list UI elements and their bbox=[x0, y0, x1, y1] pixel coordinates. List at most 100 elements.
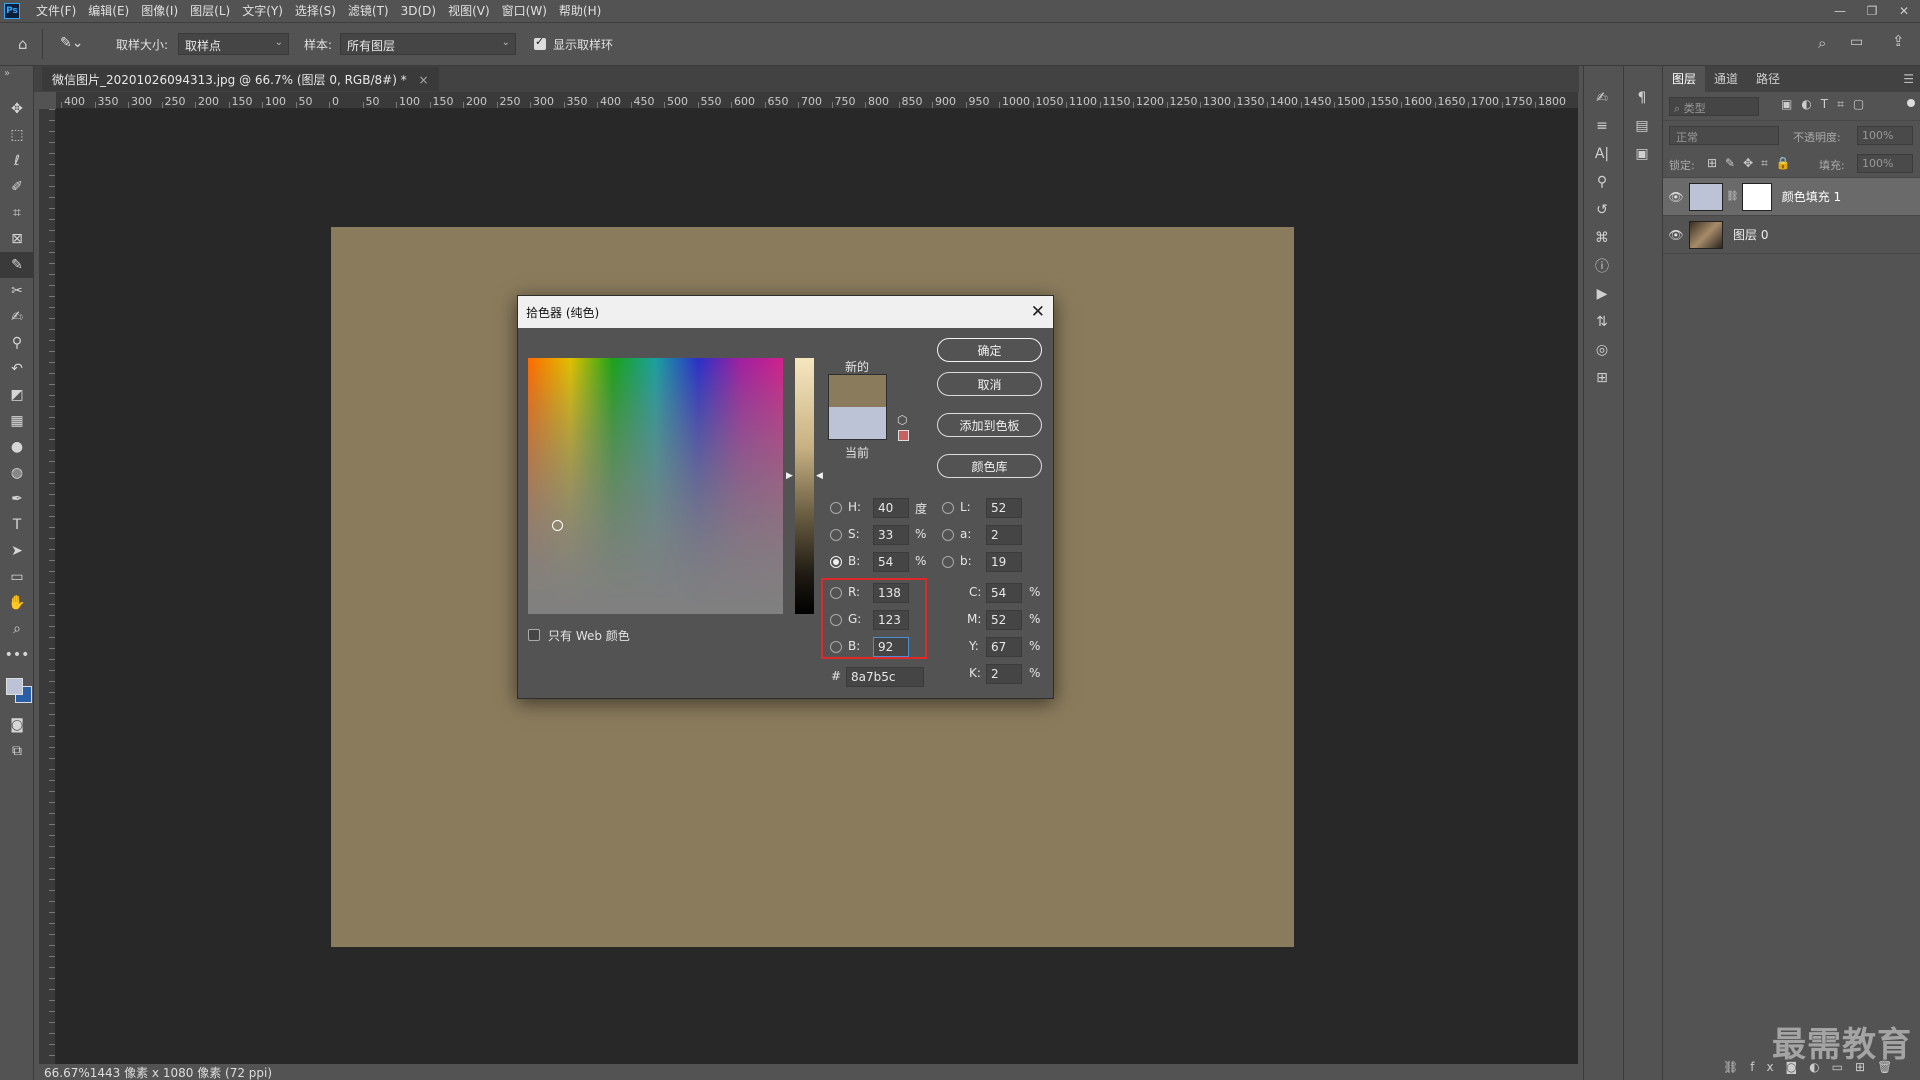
layer-name[interactable]: 颜色填充 1 bbox=[1782, 188, 1841, 205]
color-field-marker[interactable] bbox=[552, 520, 563, 531]
character-icon[interactable]: A| bbox=[1584, 140, 1620, 168]
y-input[interactable]: 67 bbox=[986, 637, 1022, 657]
healing-tool-icon[interactable]: ✂ bbox=[0, 278, 34, 304]
lab-b-input[interactable]: 19 bbox=[986, 552, 1022, 572]
rectangle-tool-icon[interactable]: ▭ bbox=[0, 564, 34, 590]
blur-tool-icon[interactable]: ● bbox=[0, 434, 34, 460]
adjustments-icon[interactable]: ≡ bbox=[1584, 112, 1620, 140]
blend-mode-select[interactable]: 正常 bbox=[1669, 126, 1779, 145]
tab-paths[interactable]: 路径 bbox=[1747, 66, 1789, 92]
close-icon[interactable]: ✕ bbox=[1031, 302, 1045, 322]
frame-tool-icon[interactable]: ⊠ bbox=[0, 226, 34, 252]
visibility-eye-icon[interactable]: 👁 bbox=[1663, 228, 1689, 242]
c-input[interactable]: 54 bbox=[986, 583, 1022, 603]
layer-filter-select[interactable]: ⌕ 类型 bbox=[1669, 97, 1759, 116]
menu-select[interactable]: 选择(S) bbox=[289, 2, 342, 19]
menu-layer[interactable]: 图层(L) bbox=[184, 2, 236, 19]
history-icon[interactable]: ↺ bbox=[1584, 196, 1620, 224]
b-input[interactable]: 54 bbox=[873, 552, 909, 572]
b-radio[interactable] bbox=[830, 556, 842, 568]
visibility-eye-icon[interactable]: 👁 bbox=[1663, 190, 1689, 204]
zoom-tool-icon[interactable]: ⌕ bbox=[0, 616, 34, 642]
tab-channels[interactable]: 通道 bbox=[1705, 66, 1747, 92]
path-select-tool-icon[interactable]: ➤ bbox=[0, 538, 34, 564]
3d-icon[interactable]: ⌘ bbox=[1584, 224, 1620, 252]
home-icon[interactable]: ⌂ bbox=[18, 35, 28, 53]
layer-row-layer0[interactable]: 👁 图层 0 bbox=[1663, 216, 1920, 254]
collapse-icon[interactable]: » bbox=[0, 66, 33, 96]
layer-name[interactable]: 图层 0 bbox=[1733, 226, 1768, 243]
r-radio[interactable] bbox=[830, 587, 842, 599]
path-icon[interactable]: ⇅ bbox=[1584, 308, 1620, 336]
workspace-icon[interactable]: ▭ bbox=[1850, 34, 1863, 50]
lab-a-radio[interactable] bbox=[942, 529, 954, 541]
menu-image[interactable]: 图像(I) bbox=[135, 2, 184, 19]
paragraph-icon[interactable]: ¶ bbox=[1624, 84, 1660, 112]
cancel-button[interactable]: 取消 bbox=[937, 372, 1042, 396]
h-radio[interactable] bbox=[830, 502, 842, 514]
type-tool-icon[interactable]: T bbox=[0, 512, 34, 538]
move-tool-icon[interactable]: ✥ bbox=[0, 96, 34, 122]
eyedropper-preset-icon[interactable]: ✎⌄ bbox=[60, 35, 83, 51]
s-input[interactable]: 33 bbox=[873, 525, 909, 545]
brush-tool-icon[interactable]: ✍ bbox=[0, 304, 34, 330]
lab-l-radio[interactable] bbox=[942, 502, 954, 514]
h-input[interactable]: 40 bbox=[873, 498, 909, 518]
quick-select-tool-icon[interactable]: ✐ bbox=[0, 174, 34, 200]
lock-icons[interactable]: ⊞✎✥⌗🔒 bbox=[1707, 156, 1799, 171]
fill-input[interactable]: 100% bbox=[1857, 154, 1913, 173]
filter-toggle-icon[interactable] bbox=[1907, 99, 1915, 107]
link-chain-icon[interactable]: ⛓ bbox=[1726, 191, 1739, 202]
restore-icon[interactable]: ❐ bbox=[1856, 0, 1888, 21]
sample-select[interactable]: 所有图层 ⌄ bbox=[340, 33, 516, 55]
eraser-tool-icon[interactable]: ◩ bbox=[0, 382, 34, 408]
tab-layers[interactable]: 图层 bbox=[1663, 66, 1706, 92]
lab-a-input[interactable]: 2 bbox=[986, 525, 1022, 545]
color-libraries-button[interactable]: 颜色库 bbox=[937, 454, 1042, 478]
m-input[interactable]: 52 bbox=[986, 610, 1022, 630]
g-input[interactable]: 123 bbox=[873, 610, 909, 630]
notes-icon[interactable]: ▣ bbox=[1624, 140, 1660, 168]
minimize-icon[interactable]: — bbox=[1824, 0, 1856, 21]
r-input[interactable]: 138 bbox=[873, 583, 909, 603]
stamp-tool-icon[interactable]: ⚲ bbox=[0, 330, 34, 356]
panel-menu-icon[interactable]: ☰ bbox=[1903, 72, 1920, 86]
crop-tool-icon[interactable]: ⌗ bbox=[0, 200, 34, 226]
menu-filter[interactable]: 滤镜(T) bbox=[342, 2, 395, 19]
menu-3d[interactable]: 3D(D) bbox=[395, 4, 442, 18]
dodge-tool-icon[interactable]: ◍ bbox=[0, 460, 34, 486]
lab-l-input[interactable]: 52 bbox=[986, 498, 1022, 518]
screen-mode-icon[interactable]: ⧉ bbox=[0, 738, 34, 764]
eyedropper-tool-icon[interactable]: ✎ bbox=[0, 252, 34, 278]
color-slider-strip[interactable] bbox=[795, 358, 814, 614]
filter-icons[interactable]: ▣◐T⌗▢ bbox=[1781, 97, 1873, 112]
menu-window[interactable]: 窗口(W) bbox=[496, 2, 553, 19]
actions-play-icon[interactable]: ▶ bbox=[1584, 280, 1620, 308]
search-icon[interactable]: ⌕ bbox=[1818, 34, 1826, 52]
close-window-icon[interactable]: ✕ bbox=[1888, 0, 1920, 21]
menu-type[interactable]: 文字(Y) bbox=[236, 2, 289, 19]
brush-settings-icon[interactable]: ✍ bbox=[1584, 84, 1620, 112]
lasso-tool-icon[interactable]: ℓ bbox=[0, 148, 34, 174]
gradient-tool-icon[interactable]: ▦ bbox=[0, 408, 34, 434]
g-radio[interactable] bbox=[830, 614, 842, 626]
slider-arrow-left-icon[interactable]: ▶ bbox=[786, 471, 793, 481]
s-radio[interactable] bbox=[830, 529, 842, 541]
web-only-checkbox[interactable] bbox=[528, 629, 540, 644]
web-safe-warning-swatch[interactable] bbox=[898, 430, 909, 441]
slider-arrow-right-icon[interactable]: ◀ bbox=[816, 471, 823, 481]
rgb-b-input[interactable]: 92 bbox=[873, 637, 909, 657]
current-color-swatch[interactable] bbox=[828, 407, 887, 440]
foreground-color-swatch[interactable] bbox=[6, 678, 23, 695]
menu-edit[interactable]: 编辑(E) bbox=[82, 2, 135, 19]
document-tab[interactable]: 微信图片_20201026094313.jpg @ 66.7% (图层 0, R… bbox=[42, 67, 439, 91]
lab-b-radio[interactable] bbox=[942, 556, 954, 568]
menu-view[interactable]: 视图(V) bbox=[442, 2, 496, 19]
info-icon[interactable]: ⓘ bbox=[1584, 252, 1620, 280]
history-brush-icon[interactable]: ↶ bbox=[0, 356, 34, 382]
quick-mask-icon[interactable]: ◙ bbox=[0, 712, 34, 738]
rgb-b-radio[interactable] bbox=[830, 641, 842, 653]
libraries-icon[interactable]: ▤ bbox=[1624, 112, 1660, 140]
opacity-input[interactable]: 100% bbox=[1857, 126, 1913, 145]
marquee-tool-icon[interactable]: ⬚ bbox=[0, 122, 34, 148]
